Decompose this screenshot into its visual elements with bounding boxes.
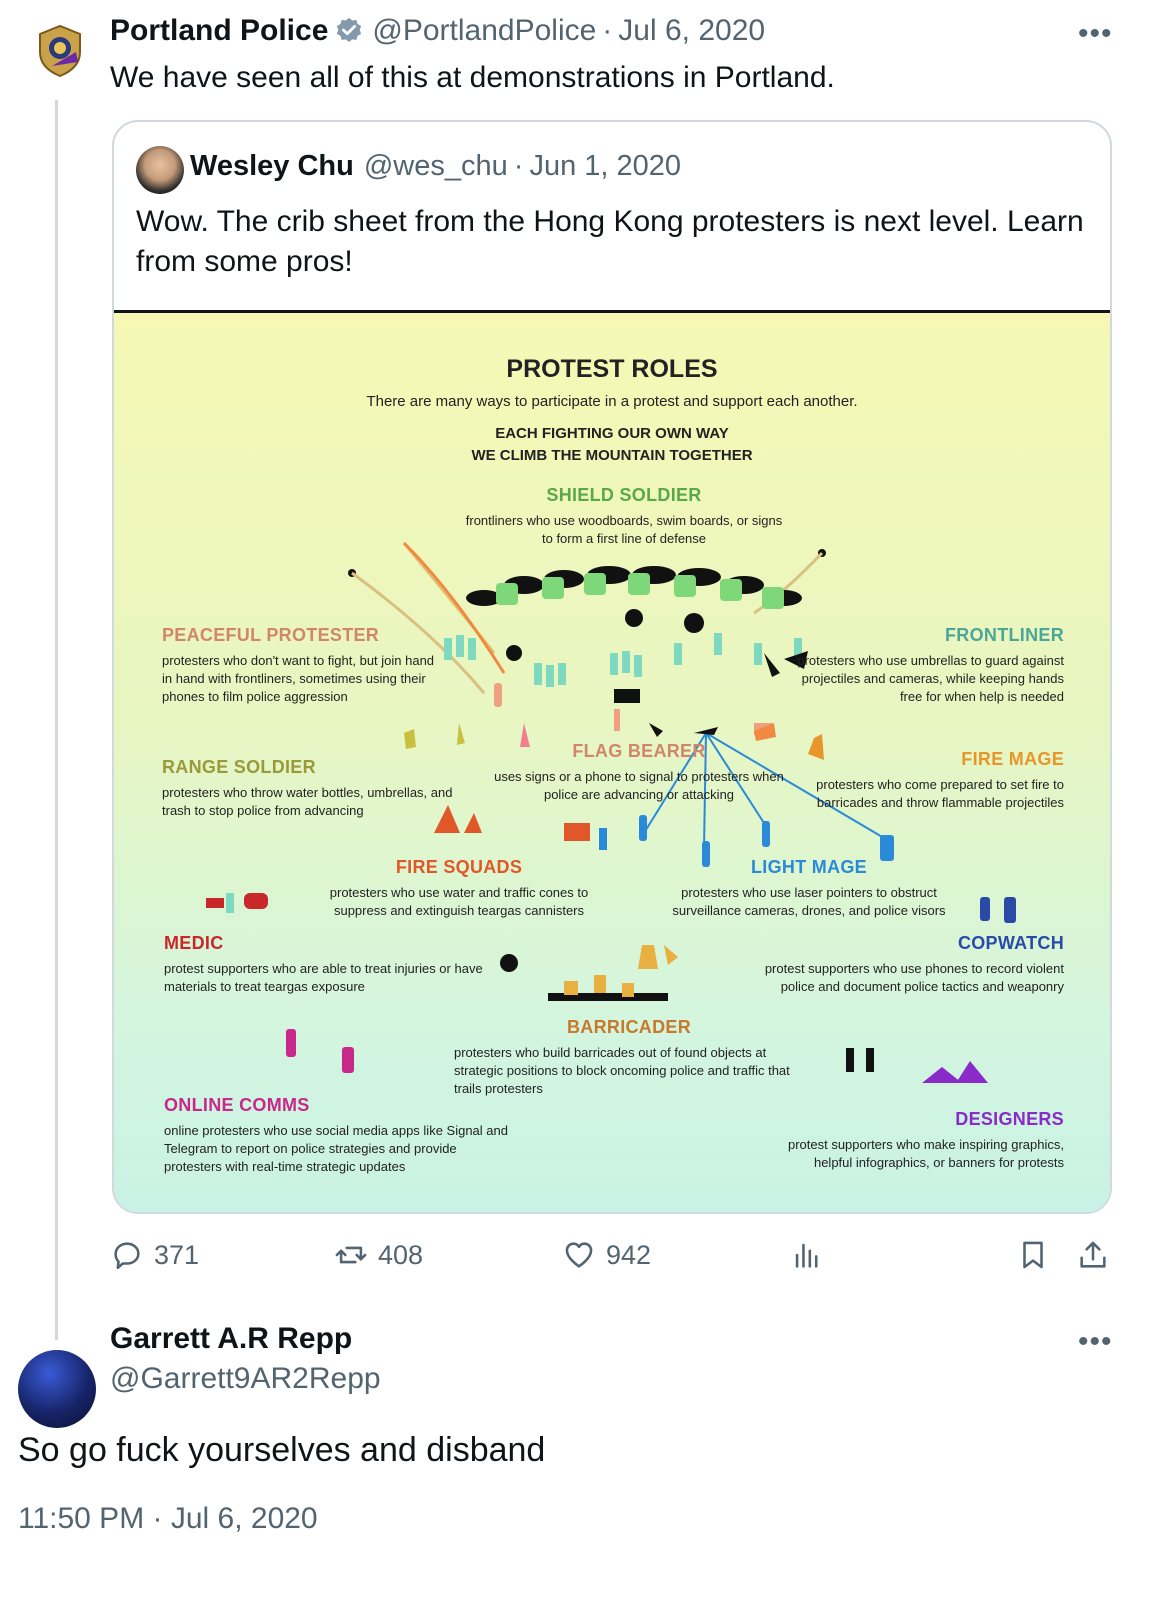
police-badge-icon [39,24,81,78]
quoted-tweet-text: Wow. The crib sheet from the Hong Kong p… [136,205,1084,278]
quoted-header-separator: · [513,150,524,182]
role-description: frontliners who use woodboards, swim boa… [465,513,783,546]
role-copwatch: COPWATCH protest supporters who use phon… [734,933,1064,996]
tweet-text: We have seen all of this at demonstratio… [110,61,835,94]
reply-author-name[interactable]: Garrett A.R Repp [110,1322,352,1356]
quoted-tweet-date: Jun 1, 2020 [529,150,682,182]
reply-more-options-icon[interactable]: ••• [1078,1327,1113,1357]
role-title: LIGHT MAGE [751,857,867,877]
views-button[interactable] [790,1238,834,1272]
reply-count: 371 [154,1239,200,1270]
role-medic: MEDIC protest supporters who are able to… [164,933,484,996]
author-handle[interactable]: @PortlandPolice [372,14,596,48]
reply-timestamp[interactable]: 11:50 PM · Jul 6, 2020 [18,1502,318,1536]
role-description: protesters who use water and traffic con… [329,885,589,918]
reply-author-handle-row: @Garrett9AR2Repp [110,1362,381,1396]
role-description: protesters who use laser pointers to obs… [672,885,946,918]
role-peaceful-protester: PEACEFUL PROTESTER protesters who don't … [162,625,442,706]
verified-badge-icon [337,17,362,42]
thread-connector-line [55,100,58,1340]
quoted-author-avatar[interactable] [136,146,184,194]
portland-police-avatar[interactable] [32,22,88,78]
tweet-header: Portland Police @PortlandPolice · Jul 6,… [110,14,765,48]
share-icon [1080,1241,1106,1268]
quoted-author-handle: @wes_chu [363,150,508,182]
role-online-comms: ONLINE COMMS online protesters who use s… [164,1095,514,1176]
role-title: FRONTLINER [945,625,1064,645]
bookmark-icon [1023,1241,1043,1269]
role-title: FIRE SQUADS [395,857,523,877]
heart-icon [565,1242,593,1268]
role-title: FIRE MAGE [961,749,1064,769]
role-shield-soldier: SHIELD SOLDIER frontliners who use woodb… [424,485,824,548]
role-flag-bearer: FLAG BEARER uses signs or a phone to sig… [494,741,784,804]
role-title: MEDIC [164,933,224,953]
reply-button[interactable]: 371 [110,1238,199,1272]
role-description: protesters who come prepared to set fire… [816,777,1064,810]
role-title: COPWATCH [957,933,1064,953]
role-description: protest supporters who are able to treat… [164,961,483,994]
garrett-avatar[interactable] [18,1350,96,1428]
share-button[interactable] [1076,1238,1120,1272]
role-barricader: BARRICADER protesters who build barricad… [454,1017,804,1098]
role-title: ONLINE COMMS [164,1095,310,1115]
more-options-icon[interactable]: ••• [1078,19,1113,49]
role-description: protesters who build barricades out of f… [454,1045,790,1096]
role-description: protesters who use umbrellas to guard ag… [797,653,1064,704]
tweet-date[interactable]: Jul 6, 2020 [618,14,765,48]
role-description: protesters who throw water bottles, umbr… [162,785,453,818]
role-description: uses signs or a phone to signal to prote… [494,769,784,802]
quoted-tweet-card[interactable]: Wesley Chu @wes_chu · Jun 1, 2020 Wow. T… [112,120,1112,1214]
repost-button[interactable]: 408 [334,1238,423,1272]
role-frontliner: FRONTLINER protesters who use umbrellas … [792,625,1064,706]
quoted-author-name: Wesley Chu [190,150,354,182]
role-fire-mage: FIRE MAGE protesters who come prepared t… [794,749,1064,812]
repost-count: 408 [378,1239,424,1270]
like-count: 942 [606,1239,652,1270]
bookmark-button[interactable] [1016,1238,1060,1272]
author-name[interactable]: Portland Police [110,14,328,48]
reply-text: So go fuck yourselves and disband [18,1431,546,1469]
header-separator: · [602,14,613,47]
role-title: DESIGNERS [955,1109,1064,1129]
like-button[interactable]: 942 [562,1238,651,1272]
role-description: protest supporters who use phones to rec… [764,961,1064,994]
tweet-actions-bar: 371 408 942 [0,1238,1160,1278]
role-title: FLAG BEARER [572,741,706,761]
role-fire-squads: FIRE SQUADS protesters who use water and… [309,857,609,920]
role-title: PEACEFUL PROTESTER [162,625,380,645]
role-description: protest supporters who make inspiring gr… [787,1137,1064,1170]
repost-icon [335,1246,367,1264]
protest-roles-infographic[interactable]: PROTEST ROLES There are many ways to par… [114,310,1110,1212]
role-light-mage: LIGHT MAGE protesters who use laser poin… [664,857,954,920]
role-title: RANGE SOLDIER [162,757,316,777]
reply-icon [114,1242,140,1270]
role-title: BARRICADER [567,1017,691,1037]
role-designers: DESIGNERS protest supporters who make in… [754,1109,1064,1172]
views-icon [795,1243,818,1268]
quoted-tweet-header: Wesley Chu @wes_chu · Jun 1, 2020 [190,150,681,183]
reply-author-handle[interactable]: @Garrett9AR2Repp [110,1362,381,1396]
reply-author-name-row: Garrett A.R Repp [110,1322,352,1356]
role-title: SHIELD SOLDIER [546,485,702,505]
role-description: protesters who don't want to fight, but … [162,653,435,704]
role-range-soldier: RANGE SOLDIER protesters who throw water… [162,757,462,820]
role-description: online protesters who use social media a… [164,1123,508,1174]
